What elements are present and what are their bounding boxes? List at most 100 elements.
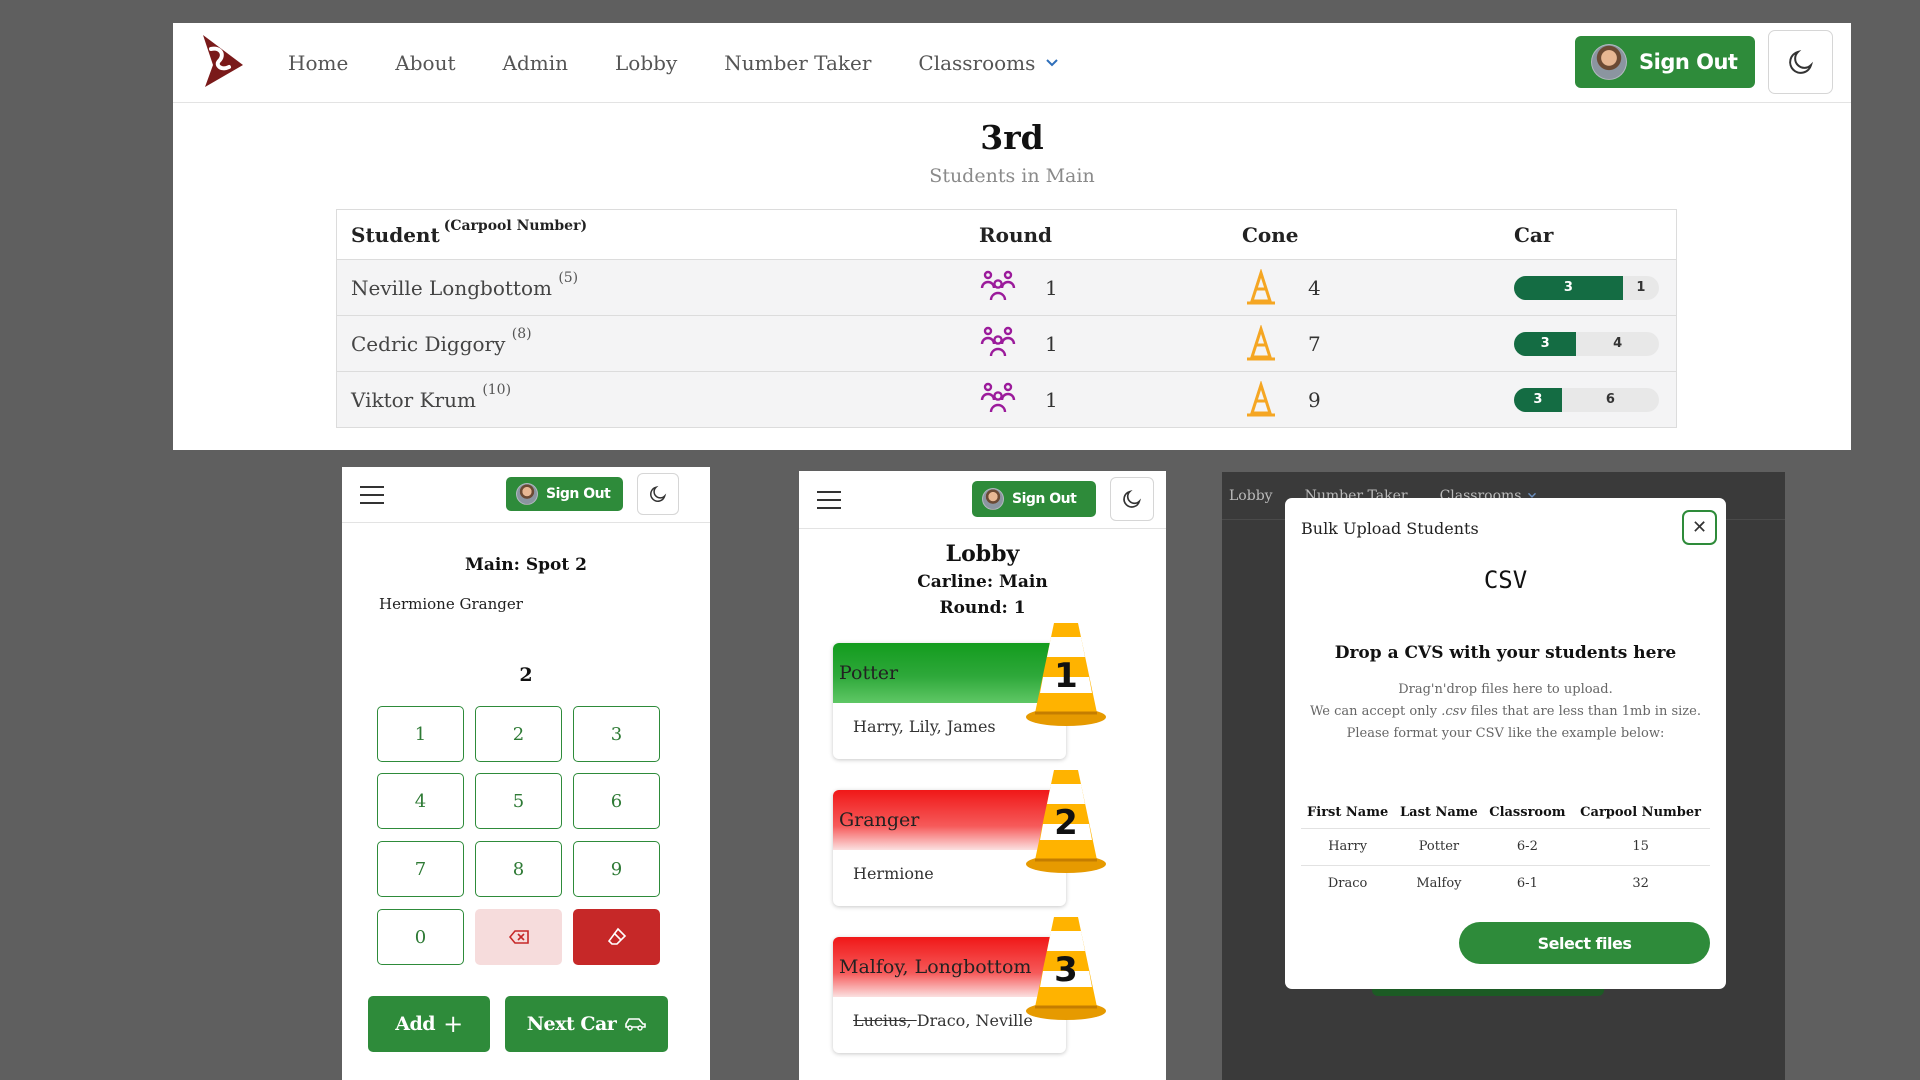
header-carpool-label: (Carpool Number) [443,218,588,234]
cone-number: 1 [1054,656,1078,696]
round-cell: 1 [979,260,1058,315]
nav-home[interactable]: Home [288,51,348,75]
classroom-page: Home About Admin Lobby Number Taker Clas… [173,23,1851,450]
mobile-navbar: Sign Out [799,471,1166,529]
add-button[interactable]: Add + [368,996,490,1052]
student-cell: Viktor Krum (10) [351,372,511,427]
car-progress: 3 6 [1514,387,1659,412]
key-1[interactable]: 1 [377,706,464,762]
avatar [982,488,1004,510]
cell-classroom: 6-1 [1483,864,1572,902]
sign-out-button[interactable]: Sign Out [506,477,623,511]
car-cell: 3 1 [1514,260,1659,315]
sign-out-label: Sign Out [546,486,611,502]
menu-icon[interactable] [360,486,384,504]
key-4[interactable]: 4 [377,773,464,829]
col-carpool-number: Carpool Number [1580,805,1701,821]
cell-first-name: Draco [1301,864,1395,902]
col-classroom: Classroom [1489,805,1566,821]
modal-title: Bulk Upload Students [1301,519,1479,538]
help-line-2-start: We can accept only [1310,704,1442,719]
car-progress: 3 1 [1514,275,1659,300]
theme-toggle-button[interactable] [637,473,679,515]
menu-icon[interactable] [817,491,841,509]
number-taker-screen: Sign Out Main: Spot 2 Hermione Granger 2… [342,467,710,1080]
close-button[interactable]: ✕ [1682,510,1717,545]
page-title: 3rd [980,118,1044,157]
traffic-cone-icon: 1 [1026,623,1106,726]
car-progress: 3 4 [1514,331,1659,356]
nav-lobby[interactable]: Lobby [615,51,677,75]
nav-number-taker[interactable]: Number Taker [724,51,871,75]
help-line-1: Drag'n'drop files here to upload. [1398,682,1613,697]
help-line-2-ext: .csv [1441,704,1467,719]
group-icon [980,270,1016,300]
cone-cell: 7 [1242,316,1321,371]
family-members: Harry, Lily, James [853,717,996,736]
traffic-cone-icon: 2 [1026,770,1106,873]
key-8[interactable]: 8 [475,841,562,897]
header-cone: Cone [1242,222,1299,247]
nav-lobby: Lobby [1229,487,1273,504]
key-5[interactable]: 5 [475,773,562,829]
lobby-title: Lobby [945,541,1020,567]
help-line-3: Please format your CSV like the example … [1346,726,1665,741]
round-cell: 1 [979,372,1058,427]
round-value: 1 [1045,387,1058,412]
cone-value: 7 [1308,331,1321,356]
struck-member: Lucius, [853,1011,917,1030]
lobby-screen: Sign Out Lobby Carline: Main Round: 1 Po… [799,471,1166,1080]
mobile-navbar: Sign Out [342,467,710,523]
backspace-button[interactable] [475,909,562,965]
page-subtitle: Students in Main [929,165,1095,187]
car-progress-rest: 4 [1613,336,1623,351]
table-row: Cedric Diggory (8) 1 7 3 4 [337,315,1676,371]
add-label: Add [395,1013,436,1035]
close-icon: ✕ [1691,517,1708,538]
round-value: 1 [1045,331,1058,356]
moon-icon [1788,49,1813,74]
student-name: Neville Longbottom [351,275,552,300]
group-icon [980,326,1016,356]
nav-classrooms-label: Classrooms [918,51,1036,75]
carpool-number: (10) [482,382,512,398]
members-names: Harry, Lily, James [853,717,996,736]
header-student: Student (Carpool Number) [351,210,587,259]
cell-last-name: Malfoy [1394,864,1484,902]
members-names: Hermione [853,864,934,883]
cone-icon [1247,324,1275,360]
theme-toggle-button[interactable] [1110,477,1154,521]
student-name: Viktor Krum [351,387,476,412]
next-car-label: Next Car [526,1013,617,1035]
cone-value: 4 [1308,275,1321,300]
students-table: Student (Carpool Number) Round Cone Car … [336,209,1677,428]
sign-out-button[interactable]: Sign Out [1575,36,1755,88]
key-9[interactable]: 9 [573,841,660,897]
key-3[interactable]: 3 [573,706,660,762]
cone-number: 3 [1054,950,1078,990]
key-7[interactable]: 7 [377,841,464,897]
backspace-icon [508,930,529,944]
clear-button[interactable] [573,909,660,965]
app-logo[interactable] [191,31,251,91]
sign-out-label: Sign Out [1012,491,1077,507]
key-0[interactable]: 0 [377,909,464,965]
csv-example-table: First Name Last Name Classroom Carpool N… [1301,798,1710,902]
student-name: Hermione Granger [379,595,523,613]
nav-about[interactable]: About [395,51,455,75]
select-files-button[interactable]: Select files [1459,922,1710,964]
theme-toggle-button[interactable] [1768,30,1833,94]
next-car-button[interactable]: Next Car [505,996,668,1052]
spot-title: Main: Spot 2 [465,555,587,575]
sign-out-button[interactable]: Sign Out [972,481,1096,517]
car-progress-rest: 1 [1636,280,1646,295]
nav-classrooms-dropdown[interactable]: Classrooms [918,51,1059,75]
table-row: Harry Potter 6-2 15 [1301,827,1710,865]
eraser-icon [607,927,626,945]
dropzone-heading[interactable]: Drop a CVS with your students here [1285,643,1726,663]
key-6[interactable]: 6 [573,773,660,829]
car-progress-rest: 6 [1605,392,1615,407]
key-2[interactable]: 2 [475,706,562,762]
car-icon [625,1018,647,1031]
nav-admin[interactable]: Admin [503,51,569,75]
